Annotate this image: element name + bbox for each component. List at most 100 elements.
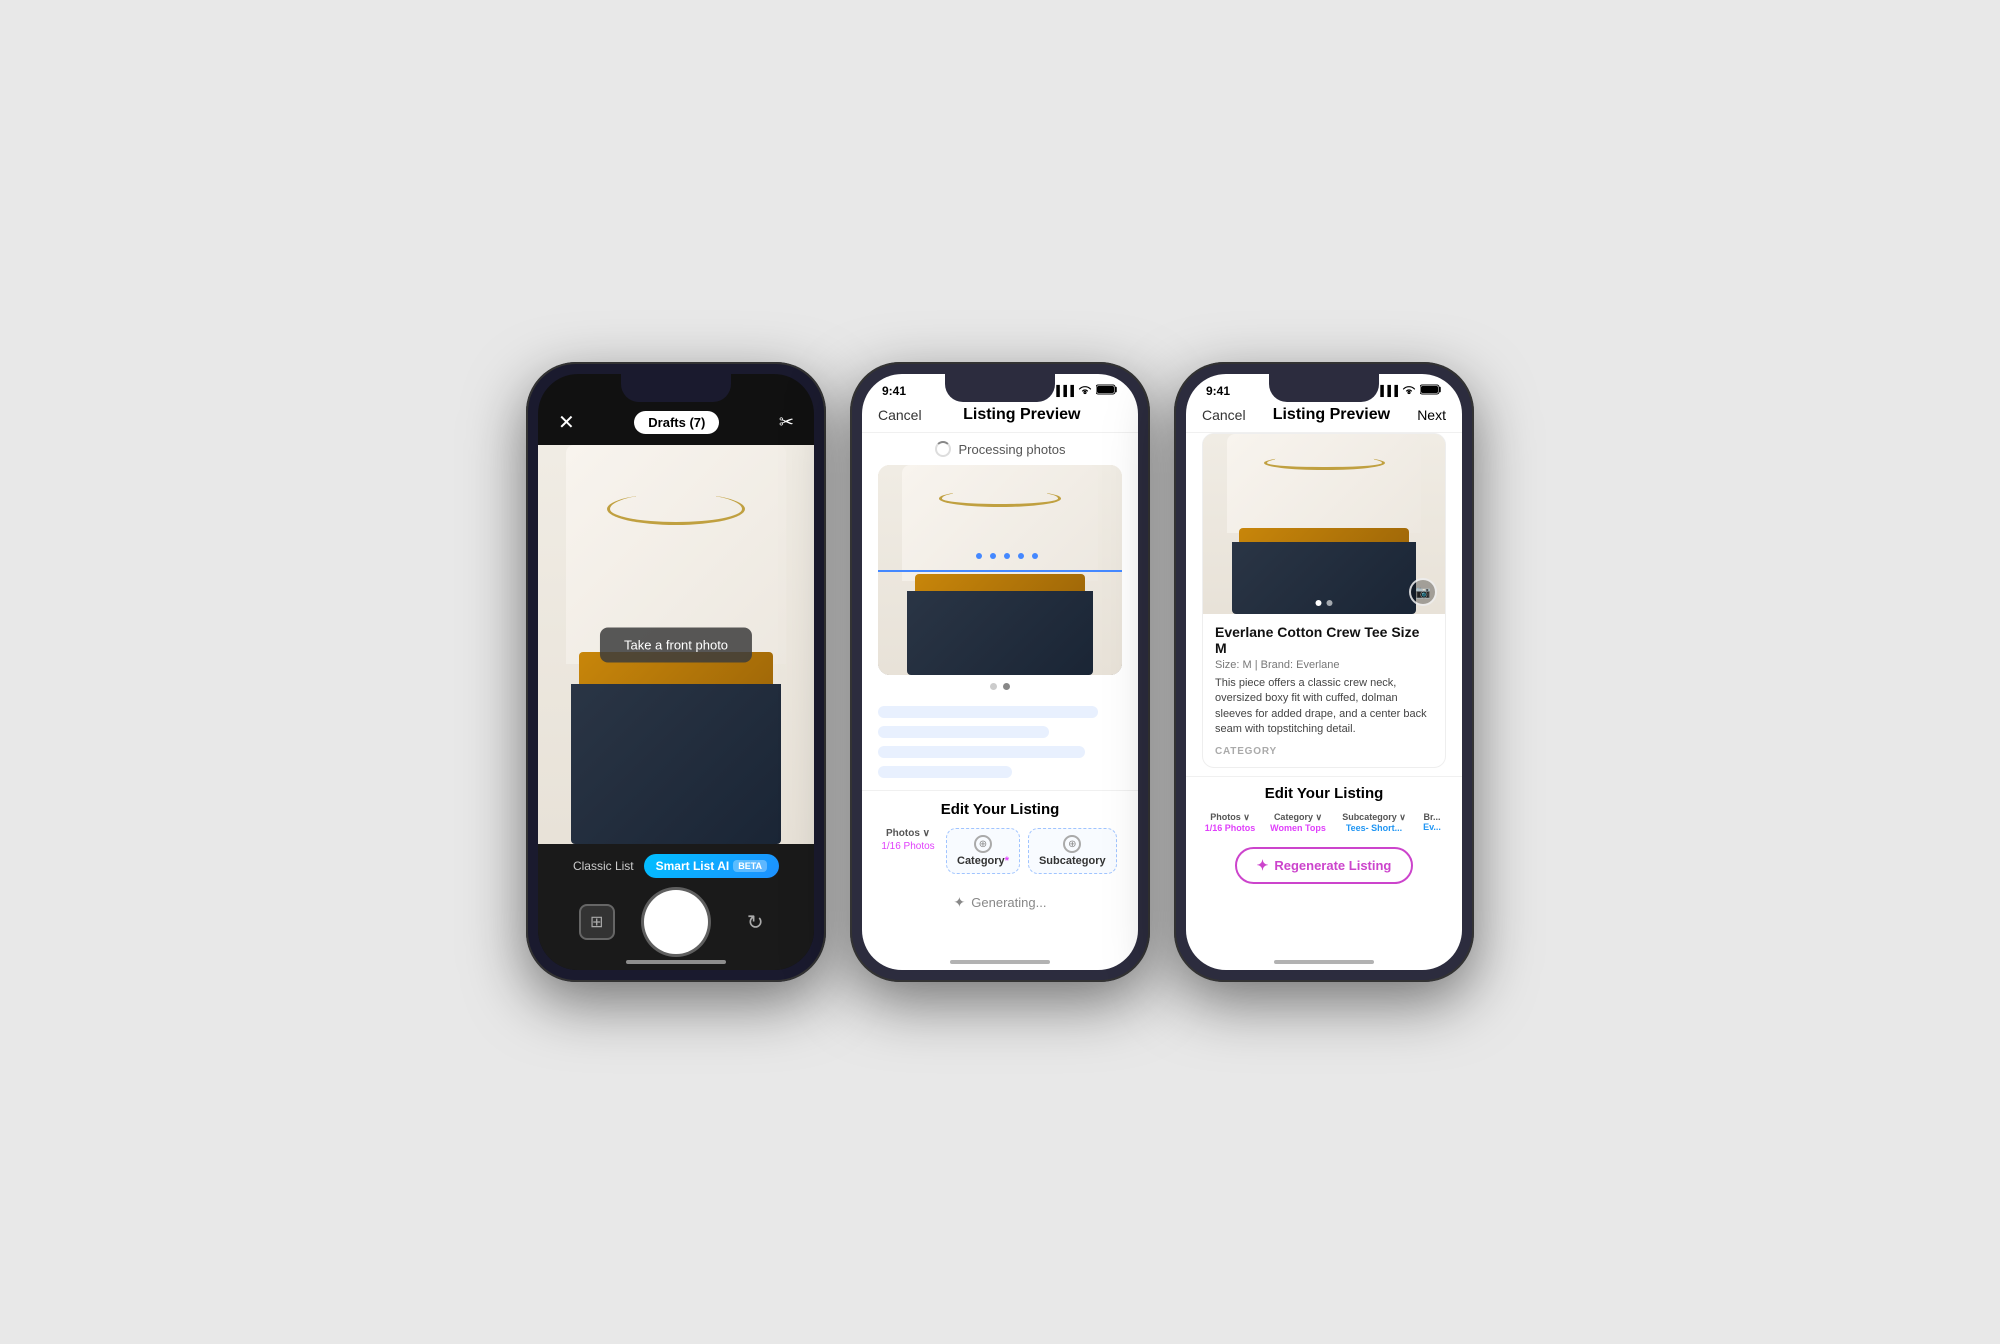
generating-label: Generating...	[971, 895, 1046, 910]
listing-product-title: Everlane Cotton Crew Tee Size M	[1215, 624, 1433, 656]
close-icon[interactable]: ✕	[558, 410, 575, 435]
gallery-icon[interactable]: ⊞	[579, 904, 615, 940]
subcategory-tab3-value: Tees- Short...	[1346, 823, 1402, 833]
subcategory-tab3-label: Subcategory ∨	[1342, 812, 1406, 823]
phone-notch-2	[945, 374, 1055, 402]
scan-line	[878, 570, 1122, 572]
next-button-3[interactable]: Next	[1417, 407, 1446, 423]
listing-meta: Size: M | Brand: Everlane	[1215, 659, 1433, 671]
subcategory-tab-3[interactable]: Subcategory ∨ Tees- Short...	[1338, 812, 1410, 833]
smart-list-mode[interactable]: Smart List AI BETA	[644, 854, 779, 878]
camera-image: Take a front photo	[538, 445, 814, 844]
processing-image	[878, 465, 1122, 675]
listing-description: This piece offers a classic crew neck, o…	[1215, 676, 1433, 738]
edit-listing-section-3: Edit Your Listing Photos ∨ 1/16 Photos C…	[1186, 776, 1462, 839]
cancel-button-2[interactable]: Cancel	[878, 407, 922, 423]
skeleton-1	[878, 706, 1098, 718]
photos-tab-3[interactable]: Photos ∨ 1/16 Photos	[1202, 812, 1258, 833]
subcategory-tab-box[interactable]: ⊕ Subcategory	[1028, 828, 1117, 874]
tabs-row-2: Photos ∨ 1/16 Photos ⊕ Category* ⊕ Subca…	[878, 828, 1122, 874]
brand-tab3-label: Br...	[1423, 812, 1440, 822]
card-image-dots	[1316, 600, 1333, 606]
battery-icon-3	[1420, 384, 1442, 398]
phones-container: ✕ Drafts (7) ✂ Take a front photo	[526, 362, 1474, 982]
card-dot-1	[1316, 600, 1322, 606]
image-dots-2	[862, 675, 1138, 698]
camera-preview: Take a front photo	[538, 445, 814, 844]
home-indicator-3	[1274, 960, 1374, 964]
listing-details: Everlane Cotton Crew Tee Size M Size: M …	[1203, 614, 1445, 767]
scissors-icon[interactable]: ✂	[779, 412, 794, 433]
phone-2: 9:41 ▐▐▐ Cancel Listing Preview	[850, 362, 1150, 982]
signal-icon-3: ▐▐▐	[1377, 386, 1398, 397]
category-tab-box[interactable]: ⊕ Category*	[946, 828, 1020, 874]
listing-preview-title-3: Listing Preview	[1273, 406, 1390, 424]
smart-list-label: Smart List AI	[656, 859, 730, 873]
tabs-row-3: Photos ∨ 1/16 Photos Category ∨ Women To…	[1202, 812, 1446, 833]
wifi-icon	[1078, 385, 1092, 398]
category-tab-icon: ⊕	[974, 835, 992, 853]
photos-tab3-label: Photos ∨	[1210, 812, 1250, 823]
category-tab-label: Category*	[957, 855, 1009, 867]
category-label: CATEGORY	[1215, 746, 1433, 757]
shutter-button[interactable]	[644, 890, 708, 954]
home-indicator	[626, 960, 726, 964]
take-photo-overlay: Take a front photo	[600, 627, 752, 662]
skeleton-loading	[862, 698, 1138, 786]
listing-preview-title-2: Listing Preview	[963, 406, 1080, 424]
listing-card-image: 📷	[1203, 434, 1445, 614]
nav-bar-3: Cancel Listing Preview Next	[1186, 402, 1462, 433]
category-tab-3[interactable]: Category ∨ Women Tops	[1264, 812, 1332, 833]
beta-badge: BETA	[733, 860, 767, 872]
processing-label: Processing photos	[959, 442, 1066, 457]
processing-banner: Processing photos	[862, 433, 1138, 465]
camera-screen: ✕ Drafts (7) ✂ Take a front photo	[538, 374, 814, 970]
regenerate-listing-button[interactable]: ✦ Regenerate Listing	[1235, 847, 1414, 884]
edit-listing-title-2: Edit Your Listing	[878, 801, 1122, 818]
classic-list-mode[interactable]: Classic List	[573, 859, 634, 873]
generating-banner: ✦ Generating...	[862, 884, 1138, 921]
subcategory-tab-icon: ⊕	[1063, 835, 1081, 853]
generating-sparkle-icon: ✦	[954, 894, 966, 911]
skeleton-3	[878, 746, 1085, 758]
time-label-3: 9:41	[1206, 384, 1230, 398]
camera-controls: ⊞ ↻	[554, 890, 798, 954]
camera-overlay-icon[interactable]: 📷	[1409, 578, 1437, 606]
skeleton-2	[878, 726, 1049, 738]
edit-listing-section-2: Edit Your Listing Photos ∨ 1/16 Photos ⊕…	[862, 790, 1138, 880]
regen-sparkle-icon: ✦	[1257, 857, 1269, 874]
phone-notch-3	[1269, 374, 1379, 402]
photos-tab-count: 1/16 Photos	[881, 841, 934, 852]
subcategory-tab-label: Subcategory	[1039, 855, 1106, 867]
nav-bar-2: Cancel Listing Preview	[862, 402, 1138, 433]
photos-tab[interactable]: Photos ∨ 1/16 Photos	[878, 828, 938, 874]
dot-1	[990, 683, 997, 690]
signal-icon: ▐▐▐	[1053, 386, 1074, 397]
status-icons-3: ▐▐▐	[1377, 384, 1442, 398]
processing-screen: 9:41 ▐▐▐ Cancel Listing Preview	[862, 374, 1138, 970]
photos-tab3-count: 1/16 Photos	[1205, 823, 1256, 833]
regen-button-label: Regenerate Listing	[1274, 858, 1391, 873]
flip-camera-icon[interactable]: ↻	[737, 904, 773, 940]
scan-dots	[976, 553, 1038, 559]
status-icons: ▐▐▐	[1053, 384, 1118, 398]
cancel-button-3[interactable]: Cancel	[1202, 407, 1246, 423]
card-dot-2	[1327, 600, 1333, 606]
category-tab3-label: Category ∨	[1274, 812, 1322, 823]
battery-icon	[1096, 384, 1118, 398]
brand-tab-3[interactable]: Br... Ev...	[1416, 812, 1446, 833]
skeleton-4	[878, 766, 1012, 778]
phone-3: 9:41 ▐▐▐ Cancel Listing Preview Next	[1174, 362, 1474, 982]
drafts-badge[interactable]: Drafts (7)	[634, 411, 719, 434]
phone-notch-1	[621, 374, 731, 402]
edit-listing-title-3: Edit Your Listing	[1202, 785, 1446, 802]
phone-1: ✕ Drafts (7) ✂ Take a front photo	[526, 362, 826, 982]
dot-2-active	[1003, 683, 1010, 690]
home-indicator-2	[950, 960, 1050, 964]
processing-spinner	[935, 441, 951, 457]
wifi-icon-3	[1402, 385, 1416, 398]
time-label: 9:41	[882, 384, 906, 398]
brand-tab3-value: Ev...	[1423, 822, 1441, 832]
listing-preview-screen: 9:41 ▐▐▐ Cancel Listing Preview Next	[1186, 374, 1462, 970]
photos-tab-label: Photos ∨	[886, 828, 930, 839]
